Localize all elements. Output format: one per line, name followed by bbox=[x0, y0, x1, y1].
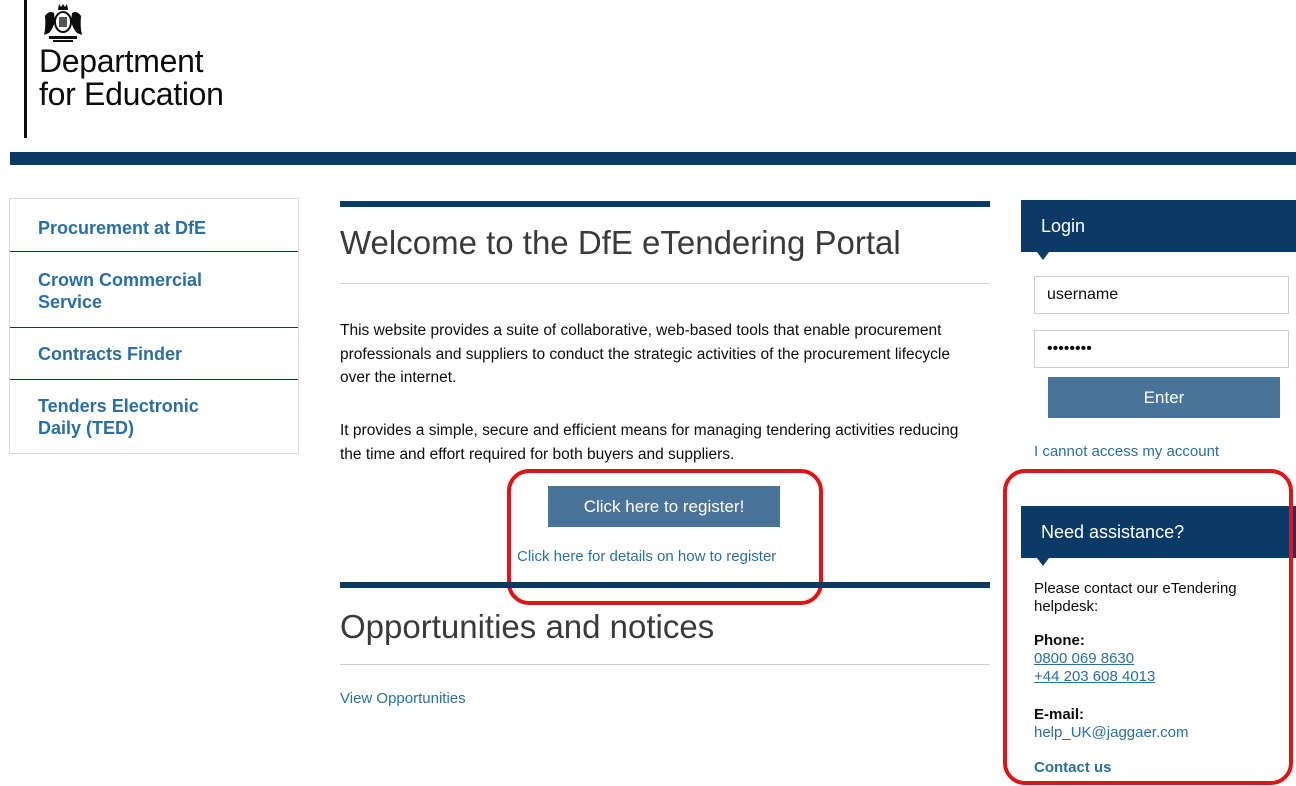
sidebar-item-label: Procurement at DfE bbox=[38, 218, 207, 238]
sidebar-item-label: Daily (TED) bbox=[38, 418, 135, 438]
highlight-annotation-assistance bbox=[1003, 469, 1293, 785]
intro-paragraph: This website provides a suite of collabo… bbox=[340, 322, 950, 386]
header-divider bbox=[10, 152, 1296, 165]
sidebar-divider bbox=[10, 379, 298, 380]
site-logo[interactable]: Department for Education bbox=[24, 0, 224, 138]
department-name-line1: Department bbox=[39, 43, 204, 79]
sidebar-item-label: Service bbox=[38, 292, 103, 312]
view-opportunities-link[interactable]: View Opportunities bbox=[340, 690, 466, 707]
sidebar-item-crown-commercial-service[interactable]: Crown Commercial Service bbox=[38, 269, 202, 313]
enter-button[interactable]: Enter bbox=[1048, 377, 1280, 418]
section-divider bbox=[340, 201, 990, 207]
sidebar-item-contracts-finder[interactable]: Contracts Finder bbox=[38, 343, 182, 365]
sidebar-nav: Procurement at DfE Crown Commercial Serv… bbox=[9, 198, 299, 454]
department-name: Department for Education bbox=[39, 45, 224, 111]
title-underline bbox=[340, 283, 990, 284]
department-name-line2: for Education bbox=[39, 76, 224, 112]
section-title-opportunities: Opportunities and notices bbox=[340, 608, 715, 645]
username-input[interactable] bbox=[1034, 276, 1289, 314]
sidebar-item-tenders-electronic-daily[interactable]: Tenders Electronic Daily (TED) bbox=[38, 395, 199, 439]
sidebar-item-procurement-at-dfe[interactable]: Procurement at DfE bbox=[38, 217, 206, 239]
sidebar-divider bbox=[10, 251, 298, 252]
cannot-access-account-link[interactable]: I cannot access my account bbox=[1034, 443, 1219, 460]
password-input[interactable] bbox=[1034, 330, 1289, 368]
sidebar-item-label: Contracts Finder bbox=[38, 344, 183, 364]
sidebar-divider bbox=[10, 327, 298, 328]
sidebar-item-label: Crown Commercial bbox=[38, 270, 203, 290]
page-title: Welcome to the DfE eTendering Portal bbox=[340, 224, 901, 261]
login-panel-header: Login bbox=[1021, 200, 1296, 252]
royal-coat-of-arms-icon bbox=[44, 4, 82, 42]
panel-pointer-icon bbox=[1037, 252, 1049, 260]
sidebar-item-label: Tenders Electronic bbox=[38, 396, 199, 416]
login-title: Login bbox=[1041, 216, 1086, 236]
intro-paragraph-2: It provides a simple, secure and efficie… bbox=[340, 422, 959, 463]
title-underline bbox=[340, 664, 990, 665]
section-divider bbox=[340, 582, 990, 588]
